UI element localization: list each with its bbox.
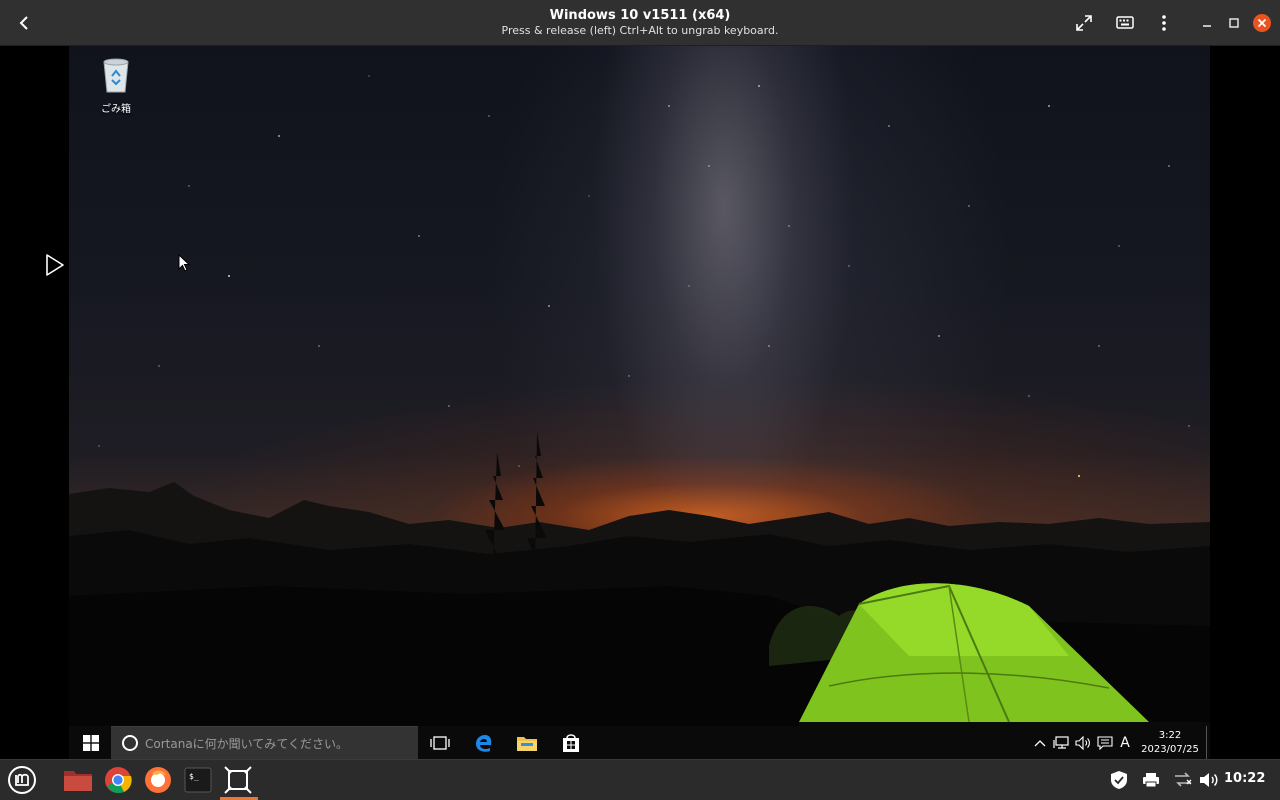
- edge-icon[interactable]: [469, 729, 499, 757]
- firefox-icon[interactable]: [140, 762, 176, 798]
- printer-icon[interactable]: [1138, 768, 1164, 792]
- svg-text:$_: $_: [189, 772, 199, 781]
- volume-icon[interactable]: [1196, 768, 1222, 792]
- chrome-icon[interactable]: [100, 762, 136, 798]
- files-icon[interactable]: [60, 762, 96, 798]
- back-icon[interactable]: [10, 9, 38, 37]
- network-icon[interactable]: [1170, 768, 1196, 792]
- guest-display[interactable]: ごみ箱 Cortanaに何か聞いてみてください。 A 3:22 2023/07/…: [69, 46, 1210, 759]
- menu-icon[interactable]: [1151, 10, 1177, 36]
- mint-menu-icon[interactable]: [4, 762, 40, 798]
- show-desktop-button[interactable]: [1206, 726, 1207, 759]
- store-icon[interactable]: [556, 729, 586, 757]
- window-title: Windows 10 v1511 (x64): [549, 8, 731, 23]
- mouse-pointer-icon: [178, 253, 191, 276]
- volume-icon[interactable]: [1073, 726, 1093, 759]
- host-panel: $_ 10:22: [0, 759, 1280, 800]
- search-placeholder: Cortanaに何か聞いてみてください。: [145, 736, 348, 751]
- shield-icon[interactable]: [1106, 768, 1132, 792]
- task-view-icon[interactable]: [425, 729, 455, 757]
- window-subtitle: Press & release (left) Ctrl+Alt to ungra…: [501, 24, 779, 37]
- recycle-bin-desktop-icon[interactable]: ごみ箱: [93, 54, 139, 116]
- keyboard-icon[interactable]: [1112, 10, 1138, 36]
- taskbar-clock[interactable]: 3:22 2023/07/25: [1135, 729, 1205, 757]
- windows-taskbar: Cortanaに何か聞いてみてください。 A 3:22 2023/07/25: [69, 726, 1210, 759]
- recycle-bin-icon: [103, 58, 129, 93]
- minimize-icon[interactable]: [1194, 10, 1220, 36]
- cortana-icon: [122, 735, 138, 751]
- show-hidden-icons-icon[interactable]: [1031, 726, 1049, 759]
- window-title-area: Windows 10 v1511 (x64) Press & release (…: [340, 8, 940, 38]
- close-icon[interactable]: [1249, 10, 1275, 36]
- network-icon[interactable]: [1051, 726, 1071, 759]
- cortana-search-box[interactable]: Cortanaに何か聞いてみてください。: [111, 726, 418, 759]
- boxes-header-bar: Windows 10 v1511 (x64) Press & release (…: [0, 0, 1280, 46]
- file-explorer-icon[interactable]: [512, 729, 542, 757]
- clock-time: 3:22: [1158, 730, 1182, 741]
- panel-clock[interactable]: 10:22: [1224, 771, 1265, 786]
- action-center-icon[interactable]: [1095, 726, 1115, 759]
- clock-date: 2023/07/25: [1141, 744, 1199, 755]
- pointer-icon: [44, 252, 66, 282]
- recycle-bin-label: ごみ箱: [101, 104, 131, 115]
- fullscreen-icon[interactable]: [1071, 10, 1097, 36]
- maximize-icon[interactable]: [1221, 10, 1247, 36]
- windows-logo-icon: [83, 735, 99, 751]
- start-button[interactable]: [77, 729, 105, 757]
- ime-indicator[interactable]: A: [1117, 726, 1133, 759]
- terminal-icon[interactable]: $_: [180, 762, 216, 798]
- boxes-icon[interactable]: [220, 762, 256, 798]
- wallpaper-landscape: [69, 432, 1210, 726]
